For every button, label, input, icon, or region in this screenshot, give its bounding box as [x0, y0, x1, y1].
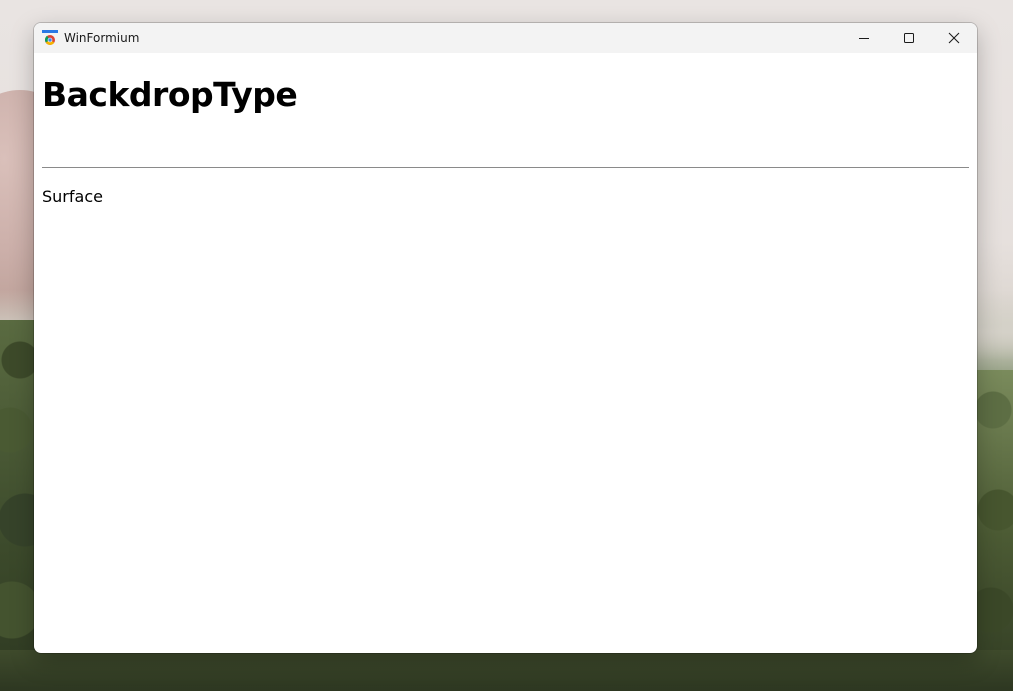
chromium-app-icon [42, 30, 58, 46]
horizontal-rule [42, 167, 969, 168]
page-heading: BackdropType [42, 75, 298, 114]
minimize-button[interactable] [841, 23, 887, 53]
backdrop-type-value: Surface [42, 187, 103, 206]
title-bar[interactable]: WinFormium [34, 23, 977, 53]
minimize-icon [858, 29, 870, 48]
app-window: WinFormium BackdropType Surface [34, 23, 977, 653]
maximize-icon [903, 29, 915, 48]
wallpaper-trees-right [973, 370, 1013, 691]
maximize-button[interactable] [886, 23, 932, 53]
window-title: WinFormium [64, 31, 140, 45]
wallpaper-trees-bottom [0, 650, 1013, 691]
close-button[interactable] [931, 23, 977, 53]
desktop-wallpaper: WinFormium BackdropType Surface [0, 0, 1013, 691]
close-icon [948, 29, 960, 48]
